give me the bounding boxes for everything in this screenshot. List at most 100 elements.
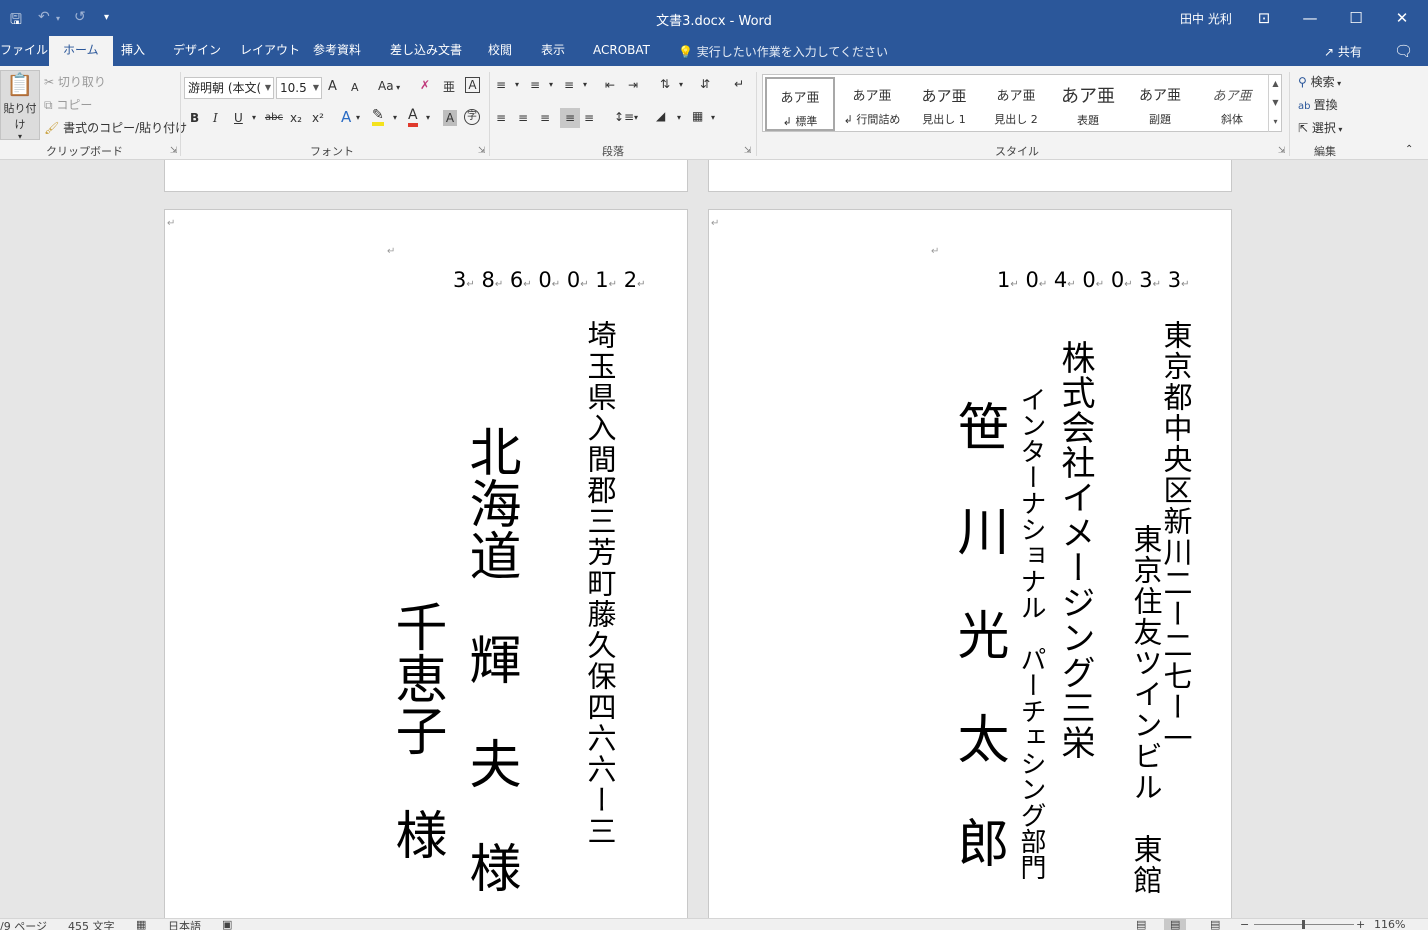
subscript-button[interactable]: x₂ <box>290 111 302 125</box>
style-normal[interactable]: あア亜 ↲ 標準 <box>765 77 835 131</box>
gallery-more-icon[interactable]: ▾ <box>1268 113 1282 132</box>
align-left-icon[interactable]: ≡ <box>496 111 506 125</box>
styles-launcher-icon[interactable]: ⇲ <box>1278 146 1286 156</box>
chevron-down-icon[interactable]: ▾ <box>549 80 553 89</box>
tab-design[interactable]: デザイン <box>173 36 221 66</box>
close-button[interactable]: ✕ <box>1379 6 1425 30</box>
replace-button[interactable]: ab 置換 <box>1298 96 1338 113</box>
style-emphasis[interactable]: あア亜 斜体 <box>1197 77 1267 131</box>
print-layout-icon[interactable]: ▤ <box>1164 919 1187 930</box>
decrease-indent-icon[interactable]: ⇤ <box>605 78 615 92</box>
tab-layout[interactable]: レイアウト <box>240 36 300 66</box>
text-effects-icon[interactable]: A <box>341 108 351 126</box>
find-button[interactable]: ⚲ 検索 ▾ <box>1298 73 1341 90</box>
align-center-icon[interactable]: ≡ <box>518 111 528 125</box>
style-subtitle[interactable]: あア亜 副題 <box>1125 77 1195 131</box>
user-name[interactable]: 田中 光利 <box>1180 10 1232 27</box>
bold-button[interactable]: B <box>190 111 199 125</box>
shading-icon[interactable]: ◢ <box>656 109 665 123</box>
gallery-scroll-up-icon[interactable]: ▲ <box>1268 75 1282 94</box>
chevron-down-icon[interactable]: ▾ <box>426 113 430 122</box>
character-border-icon[interactable]: A <box>465 77 480 93</box>
tab-insert[interactable]: 挿入 <box>121 36 145 66</box>
bullets-icon[interactable]: ≡ <box>496 78 506 92</box>
chevron-down-icon[interactable]: ▾ <box>679 80 683 89</box>
phonetic-guide-icon[interactable]: 亜 <box>443 78 455 95</box>
multilevel-list-icon[interactable]: ≡ <box>564 78 574 92</box>
collapse-ribbon-icon[interactable]: ⌃ <box>1405 144 1413 155</box>
style-title[interactable]: あア亜 表題 <box>1053 77 1123 131</box>
gallery-scroll-down-icon[interactable]: ▼ <box>1268 94 1282 113</box>
macro-icon[interactable]: ▣ <box>222 919 232 930</box>
style-heading-2[interactable]: あア亜 見出し 2 <box>981 77 1051 131</box>
page-count[interactable]: /9 ページ <box>0 919 47 930</box>
tab-mailings[interactable]: 差し込み文書 <box>390 36 462 66</box>
language-indicator[interactable]: 日本語 <box>168 919 201 930</box>
chevron-down-icon[interactable]: ▾ <box>393 113 397 122</box>
tell-me-box[interactable]: 💡 実行したい作業を入力してください <box>678 43 888 60</box>
chevron-down-icon[interactable]: ▾ <box>356 113 360 122</box>
share-button[interactable]: ↗ 共有 <box>1324 43 1362 60</box>
underline-dropdown-icon[interactable]: ▾ <box>252 113 256 122</box>
paragraph-launcher-icon[interactable]: ⇲ <box>744 146 752 156</box>
grow-font-button[interactable]: A <box>328 79 337 94</box>
clear-formatting-icon[interactable]: ✗ <box>420 78 430 92</box>
document-area[interactable]: ↵ ↵ 3↵ 8↵ 6↵ 0↵ 0↵ 1↵ 2↵ 埼玉県入間郡三芳町藤久保四六六… <box>0 160 1428 918</box>
tab-acrobat[interactable]: ACROBAT <box>593 36 650 66</box>
strikethrough-button[interactable]: abc <box>265 112 283 123</box>
chevron-down-icon[interactable]: ▾ <box>515 80 519 89</box>
font-size-combo[interactable]: 10.5 ▼ <box>276 77 322 99</box>
align-right-icon[interactable]: ≡ <box>540 111 550 125</box>
zoom-in-icon[interactable]: + <box>1356 919 1365 930</box>
shrink-font-button[interactable]: A <box>351 81 359 94</box>
chevron-down-icon[interactable]: ▾ <box>634 113 638 122</box>
minimize-button[interactable]: — <box>1287 6 1333 30</box>
superscript-button[interactable]: x² <box>312 111 324 125</box>
borders-icon[interactable]: ▦ <box>692 109 703 123</box>
ribbon-display-options-icon[interactable]: ⊡ <box>1241 6 1287 30</box>
font-name-combo[interactable]: 游明朝 (本文(▼ <box>184 77 274 99</box>
increase-indent-icon[interactable]: ⇥ <box>628 78 638 92</box>
page-card-left[interactable]: ↵ ↵ 3↵ 8↵ 6↵ 0↵ 0↵ 1↵ 2↵ 埼玉県入間郡三芳町藤久保四六六… <box>164 209 688 918</box>
zoom-out-icon[interactable]: − <box>1240 919 1249 930</box>
sort-icon[interactable]: ⇵ <box>700 77 710 91</box>
character-shading-icon[interactable]: A <box>443 110 457 126</box>
highlight-icon[interactable]: ✎ <box>372 108 384 126</box>
maximize-button[interactable]: ☐ <box>1333 6 1379 30</box>
select-button[interactable]: ⇱ 選択 ▾ <box>1298 119 1342 136</box>
chevron-down-icon[interactable]: ▾ <box>677 113 681 122</box>
zoom-slider-thumb[interactable] <box>1302 920 1305 929</box>
paste-button[interactable]: 📋 貼り付け ▾ <box>0 70 40 141</box>
tab-file[interactable]: ファイル <box>0 36 48 66</box>
copy-button[interactable]: ⧉ コピー <box>44 96 92 113</box>
underline-button[interactable]: U <box>234 111 243 125</box>
font-color-icon[interactable]: A <box>408 108 418 127</box>
numbering-icon[interactable]: ≡ <box>530 78 540 92</box>
change-case-button[interactable]: Aa ▾ <box>378 79 400 93</box>
zoom-level[interactable]: 116% <box>1374 919 1405 930</box>
enclose-characters-icon[interactable]: 字 <box>464 109 480 125</box>
style-heading-1[interactable]: あア亜 見出し 1 <box>909 77 979 131</box>
font-launcher-icon[interactable]: ⇲ <box>478 146 486 156</box>
clipboard-launcher-icon[interactable]: ⇲ <box>170 146 178 156</box>
show-formatting-marks-icon[interactable]: ↵ <box>734 77 744 91</box>
proofing-icon[interactable]: ▦ <box>136 919 146 930</box>
format-painter-button[interactable]: 🖌 書式のコピー/貼り付け <box>44 119 187 136</box>
justify-icon[interactable]: ≡ <box>560 108 580 128</box>
distributed-icon[interactable]: ≡ <box>584 111 594 125</box>
web-layout-icon[interactable]: ▤ <box>1210 919 1220 930</box>
comments-icon[interactable]: 🗨 <box>1394 42 1413 60</box>
tab-references[interactable]: 参考資料 <box>313 36 361 66</box>
read-mode-icon[interactable]: ▤ <box>1136 919 1146 930</box>
cut-button[interactable]: ✂ 切り取り <box>44 73 106 90</box>
line-spacing-icon[interactable]: ↕≡ <box>614 110 634 124</box>
style-no-spacing[interactable]: あア亜 ↲ 行間詰め <box>837 77 907 131</box>
tab-home[interactable]: ホーム <box>49 36 113 66</box>
word-count[interactable]: 455 文字 <box>68 919 115 930</box>
tab-view[interactable]: 表示 <box>541 36 565 66</box>
text-direction-icon[interactable]: ⇅ <box>660 77 670 91</box>
chevron-down-icon[interactable]: ▾ <box>583 80 587 89</box>
page-card-right[interactable]: ↵ ↵ 1↵ 0↵ 4↵ 0↵ 0↵ 3↵ 3↵ 東京都中央区新川二ー二七ー一 … <box>708 209 1232 918</box>
chevron-down-icon[interactable]: ▾ <box>711 113 715 122</box>
tab-review[interactable]: 校閲 <box>488 36 512 66</box>
